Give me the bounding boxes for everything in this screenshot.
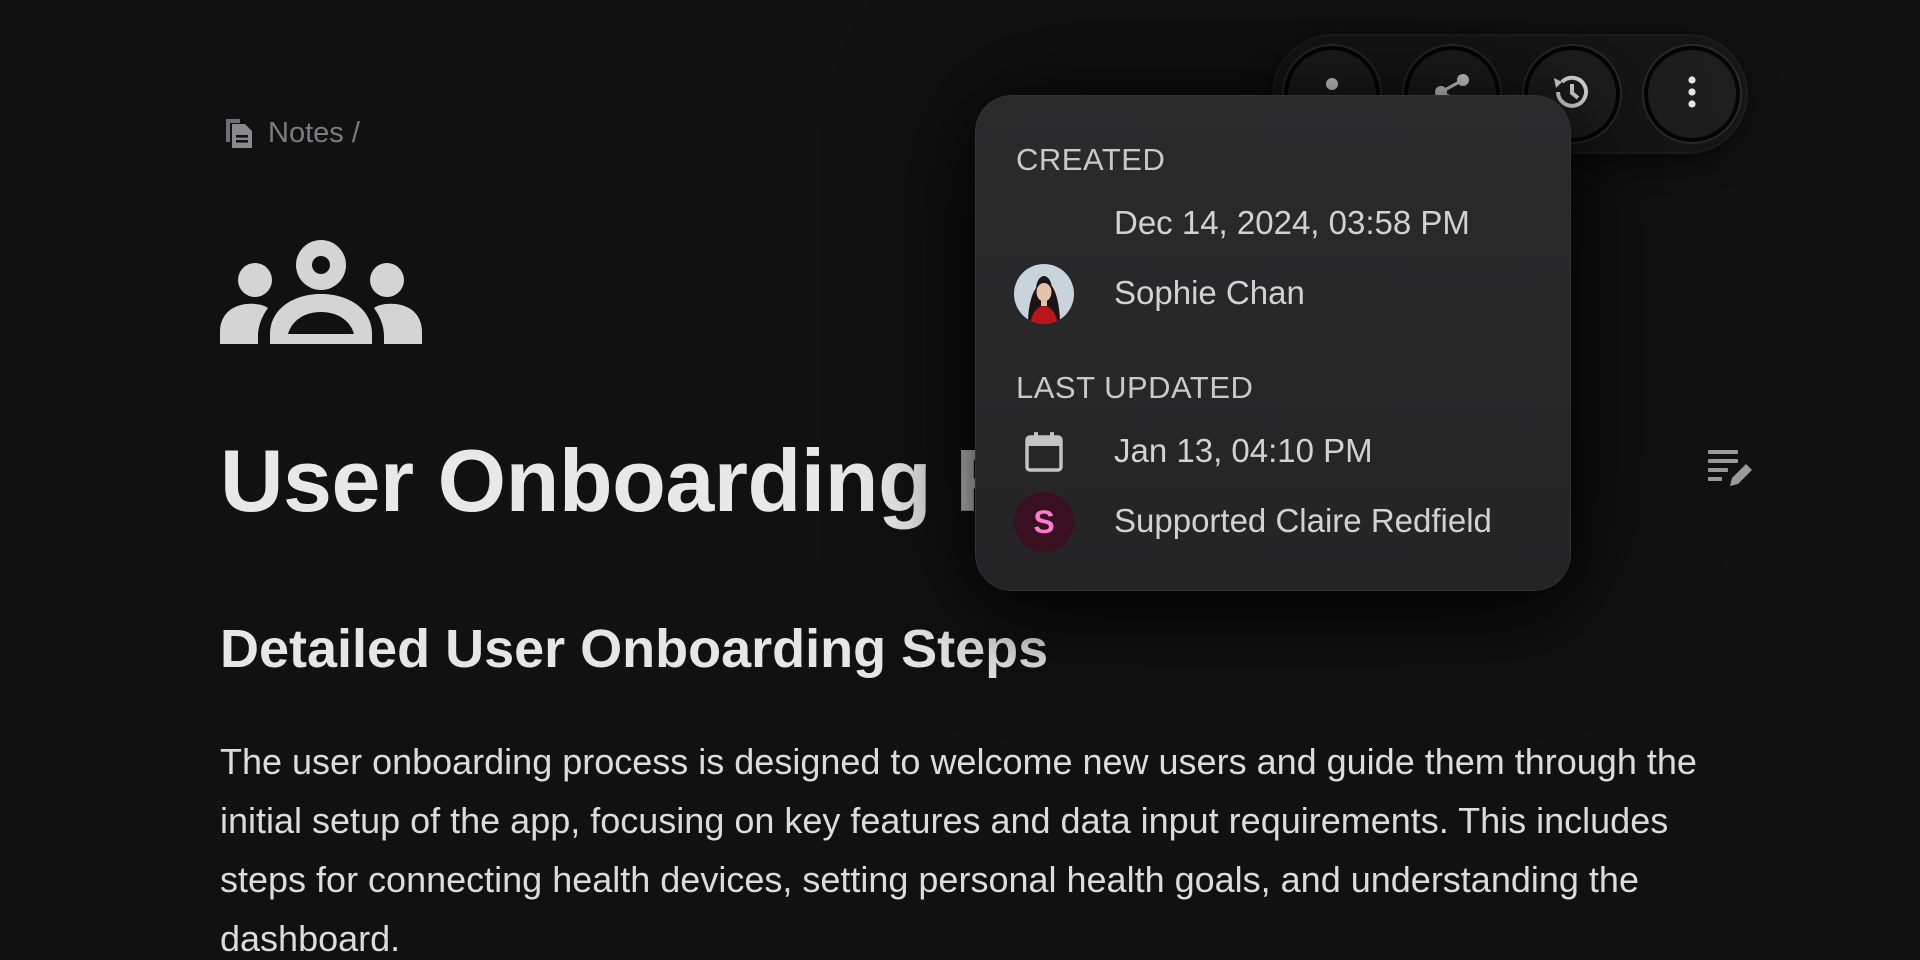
note-page: Notes / User Onboarding F Detailed User … [0, 0, 1920, 960]
more-options-button[interactable] [1644, 46, 1740, 142]
updated-by-row: S [1014, 492, 1074, 552]
created-date: Dec 14, 2024, 03:58 PM [1114, 204, 1470, 241]
more-vertical-icon [1682, 72, 1702, 117]
group-icon[interactable] [220, 240, 422, 349]
edit-notes-icon[interactable] [1706, 446, 1754, 495]
updated-date-row [1014, 422, 1074, 482]
breadcrumb-notes-link[interactable]: Notes / [268, 117, 360, 150]
created-by-row [1014, 264, 1074, 324]
last-updated-label: LAST UPDATED [1016, 370, 1254, 405]
created-label: CREATED [1016, 142, 1166, 177]
created-by-name[interactable]: Sophie Chan [1114, 274, 1305, 312]
avatar [1014, 264, 1074, 324]
updated-date: Jan 13, 04:10 PM [1114, 432, 1373, 469]
updated-by-name[interactable]: Supported Claire Redfield [1114, 502, 1492, 540]
page-title[interactable]: User Onboarding F [220, 430, 1009, 532]
section-paragraph[interactable]: The user onboarding process is designed … [220, 732, 1740, 960]
note-info-popover: CREATED Dec 14, 2024, 03:58 PM Sophie Ch… [976, 96, 1570, 590]
notes-icon [222, 116, 256, 150]
calendar-icon [1014, 422, 1074, 482]
breadcrumb[interactable]: Notes / [222, 116, 360, 150]
avatar: S [1014, 492, 1074, 552]
section-heading[interactable]: Detailed User Onboarding Steps [220, 618, 1048, 680]
